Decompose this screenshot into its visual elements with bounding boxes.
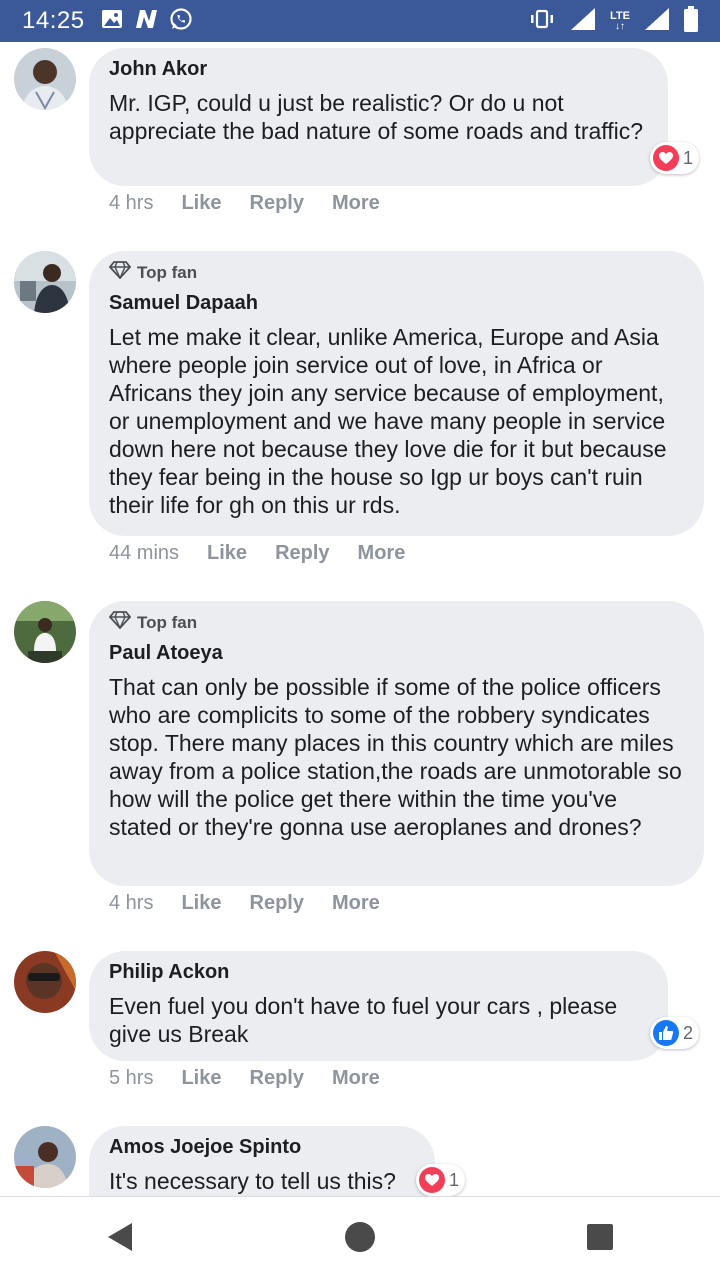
reply-button[interactable]: Reply: [275, 542, 329, 565]
recents-icon: [586, 1223, 614, 1256]
reply-button[interactable]: Reply: [250, 192, 304, 215]
status-time: 14:25: [22, 7, 85, 34]
reaction-number: 1: [449, 1169, 460, 1190]
signal-icon: [570, 7, 596, 36]
reaction-number: 2: [683, 1022, 694, 1043]
avatar[interactable]: [14, 1126, 76, 1188]
comment-bubble[interactable]: Top fan Samuel Dapaah Let me make it cle…: [89, 251, 704, 536]
reaction-count[interactable]: 2: [650, 1017, 700, 1049]
status-bar: 14:25 LTE ↓↑: [0, 0, 720, 42]
heart-icon: [653, 145, 679, 171]
battery-icon: [684, 5, 698, 37]
home-button[interactable]: [330, 1209, 390, 1269]
like-button[interactable]: Like: [207, 542, 247, 565]
comment-time: 4 hrs: [109, 892, 154, 914]
back-button[interactable]: [90, 1209, 150, 1269]
reaction-count[interactable]: 1: [416, 1164, 466, 1196]
lte-icon: LTE ↓↑: [610, 9, 630, 32]
comment-time: 5 hrs: [109, 1067, 154, 1089]
like-button[interactable]: Like: [181, 892, 221, 915]
comment-item: Amos Joejoe Spinto It's necessary to tel…: [0, 1126, 720, 1196]
reply-button[interactable]: Reply: [250, 1067, 304, 1090]
reaction-number: 1: [683, 147, 694, 168]
avatar[interactable]: [14, 48, 76, 110]
home-icon: [344, 1221, 376, 1258]
comment-author[interactable]: Paul Atoeya: [109, 642, 684, 665]
comment-bubble[interactable]: Philip Ackon Even fuel you don't have to…: [89, 951, 668, 1061]
notification-n-icon: [133, 8, 159, 35]
comment-item: Top fan Paul Atoeya That can only be pos…: [0, 601, 720, 931]
back-icon: [106, 1222, 134, 1257]
like-button[interactable]: Like: [181, 1067, 221, 1090]
comment-text: Mr. IGP, could u just be realistic? Or d…: [109, 90, 644, 144]
gallery-icon: [101, 9, 123, 34]
comment-bubble[interactable]: John Akor Mr. IGP, could u just be reali…: [89, 48, 668, 186]
comment-author[interactable]: Amos Joejoe Spinto: [109, 1136, 415, 1159]
comment-item: John Akor Mr. IGP, could u just be reali…: [0, 48, 720, 228]
recents-button[interactable]: [570, 1209, 630, 1269]
comment-text: That can only be possible if some of the…: [109, 674, 682, 840]
comment-bubble[interactable]: Amos Joejoe Spinto It's necessary to tel…: [89, 1126, 435, 1196]
reply-button[interactable]: Reply: [250, 892, 304, 915]
comment-time: 44 mins: [109, 542, 180, 564]
top-fan-badge: Top fan: [108, 261, 684, 284]
avatar[interactable]: [14, 601, 76, 663]
comment-item: Philip Ackon Even fuel you don't have to…: [0, 951, 720, 1107]
comment-time: 4 hrs: [109, 192, 154, 214]
more-button[interactable]: More: [332, 1067, 380, 1090]
navigation-bar: [0, 1196, 720, 1281]
comment-author[interactable]: John Akor: [109, 58, 648, 81]
reaction-count[interactable]: 1: [650, 142, 700, 174]
signal-icon: [644, 7, 670, 36]
more-button[interactable]: More: [332, 192, 380, 215]
comment-author[interactable]: Samuel Dapaah: [109, 292, 684, 315]
comment-bubble[interactable]: Top fan Paul Atoeya That can only be pos…: [89, 601, 704, 886]
avatar[interactable]: [14, 251, 76, 313]
diamond-icon: [108, 611, 132, 634]
diamond-icon: [108, 261, 132, 284]
comment-text: It's necessary to tell us this?: [109, 1168, 396, 1194]
more-button[interactable]: More: [332, 892, 380, 915]
thumbs-up-icon: [653, 1020, 679, 1046]
comment-author[interactable]: Philip Ackon: [109, 961, 648, 984]
whatsapp-icon: [169, 7, 193, 36]
comment-text: Even fuel you don't have to fuel your ca…: [109, 993, 618, 1047]
top-fan-badge: Top fan: [108, 611, 684, 634]
like-button[interactable]: Like: [181, 192, 221, 215]
comment-item: Top fan Samuel Dapaah Let me make it cle…: [0, 251, 720, 581]
more-button[interactable]: More: [358, 542, 406, 565]
comment-text: Let me make it clear, unlike America, Eu…: [109, 324, 667, 518]
heart-icon: [419, 1167, 445, 1193]
avatar[interactable]: [14, 951, 76, 1013]
vibrate-icon: [528, 9, 556, 34]
